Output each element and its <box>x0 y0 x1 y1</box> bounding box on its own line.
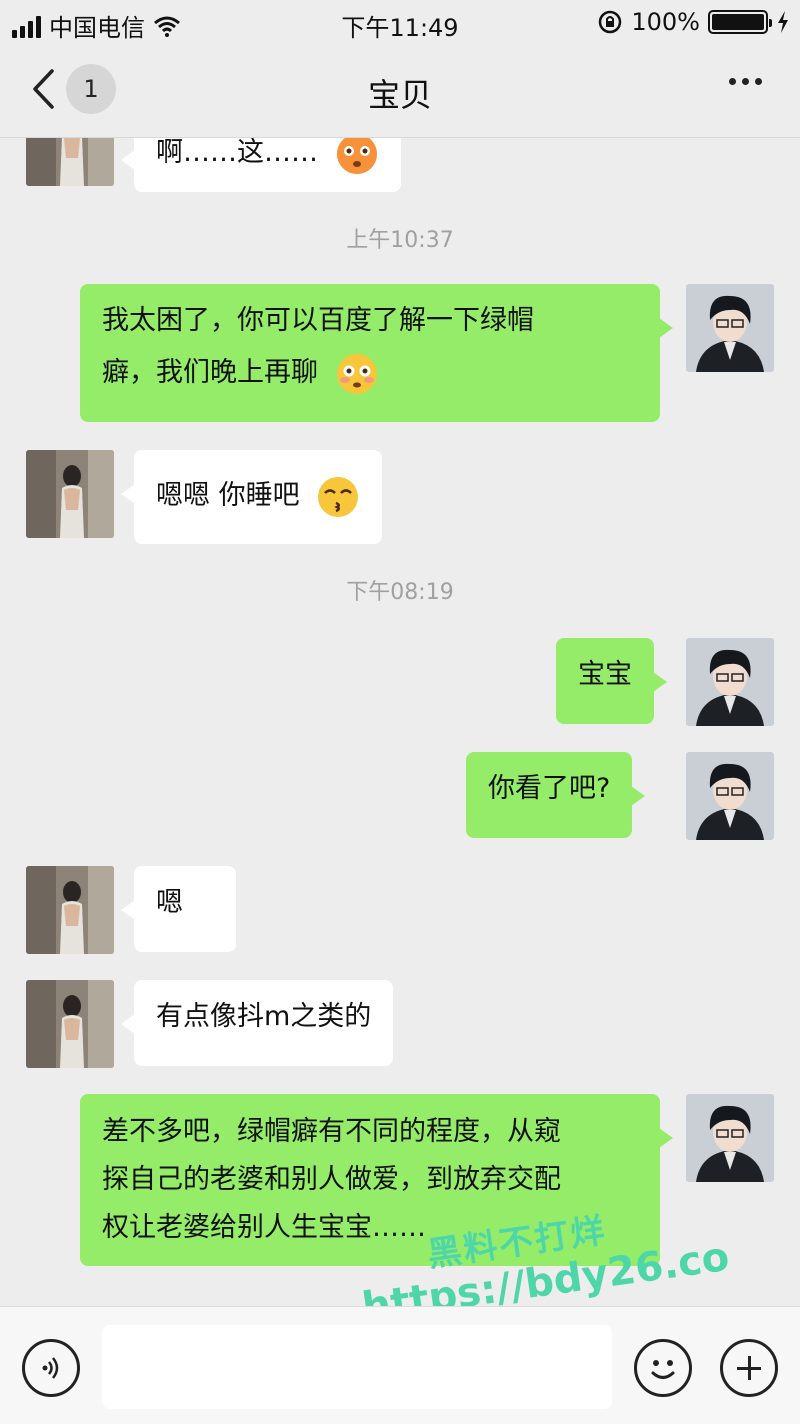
emoji-button[interactable] <box>634 1339 692 1397</box>
my-avatar[interactable] <box>686 1094 774 1182</box>
message-bubble-outgoing[interactable]: 差不多吧，绿帽癖有不同的程度，从窥 探自己的老婆和别人做爱，到放弃交配 权让老婆… <box>80 1094 673 1266</box>
message-bubble-outgoing[interactable]: 你看了吧? <box>466 752 646 838</box>
message-text-line: 探自己的老婆和别人做爱，到放弃交配 <box>102 1164 561 1195</box>
my-avatar[interactable] <box>686 284 774 372</box>
message-text: 啊……这…… <box>156 138 318 168</box>
message-text-line: 差不多吧，绿帽癖有不同的程度，从窥 <box>102 1116 561 1147</box>
message-bubble-incoming[interactable]: 嗯 <box>121 866 236 952</box>
emoji-icon <box>651 1360 675 1379</box>
message-input[interactable] <box>102 1325 612 1409</box>
kissing-face-icon <box>318 476 359 517</box>
message-bubble-outgoing[interactable]: 我太困了，你可以百度了解一下绿帽 癖，我们晚上再聊 <box>80 284 673 422</box>
message-text-line: 权让老婆给别人生宝宝…… <box>102 1212 426 1243</box>
message-text-line: 癖，我们晚上再聊 <box>102 357 318 388</box>
my-avatar[interactable] <box>686 638 774 726</box>
chat-title: 宝贝 <box>367 76 432 114</box>
battery-icon <box>708 10 772 34</box>
status-bar: 中国电信 下午11:49 100% <box>0 0 800 46</box>
more-icon[interactable] <box>729 78 762 85</box>
flushed-face-icon <box>336 138 377 174</box>
voice-icon <box>42 1357 59 1379</box>
my-avatar[interactable] <box>686 752 774 840</box>
status-right: 100% <box>597 8 790 36</box>
voice-button[interactable] <box>22 1339 80 1397</box>
message-list[interactable]: 啊……这…… 上午10:37 我太困了，你可以百度了解一下绿帽 癖，我们晚上再聊 <box>0 138 800 1306</box>
message-bubble-incoming[interactable]: 嗯嗯 你睡吧 <box>120 450 383 544</box>
charging-icon <box>778 11 788 33</box>
chat-header: 1 宝贝 <box>0 46 800 138</box>
message-timestamp: 下午08:19 <box>346 580 454 605</box>
message-timestamp: 上午10:37 <box>346 228 454 253</box>
input-bar <box>0 1306 800 1424</box>
message-text-line: 我太困了，你可以百度了解一下绿帽 <box>102 305 534 336</box>
contact-avatar[interactable] <box>26 866 114 954</box>
message-bubble-incoming[interactable]: 啊……这…… <box>121 138 401 192</box>
contact-avatar[interactable] <box>26 450 114 538</box>
message-text: 你看了吧? <box>488 773 611 804</box>
message-text: 嗯嗯 你睡吧 <box>156 480 300 511</box>
flushed-face-icon <box>336 353 377 394</box>
message-bubble-incoming[interactable]: 有点像抖m之类的 <box>120 980 394 1066</box>
message-text: 宝宝 <box>578 659 632 690</box>
message-text: 嗯 <box>156 887 183 918</box>
battery-percent: 100% <box>631 8 700 36</box>
lock-rotation-icon <box>599 10 622 34</box>
message-text: 有点像抖m之类的 <box>156 1001 372 1032</box>
contact-avatar[interactable] <box>26 980 114 1068</box>
contact-avatar[interactable] <box>26 138 114 186</box>
battery-fill <box>712 14 764 30</box>
plus-icon[interactable] <box>720 1339 778 1397</box>
message-bubble-outgoing[interactable]: 宝宝 <box>556 638 667 724</box>
